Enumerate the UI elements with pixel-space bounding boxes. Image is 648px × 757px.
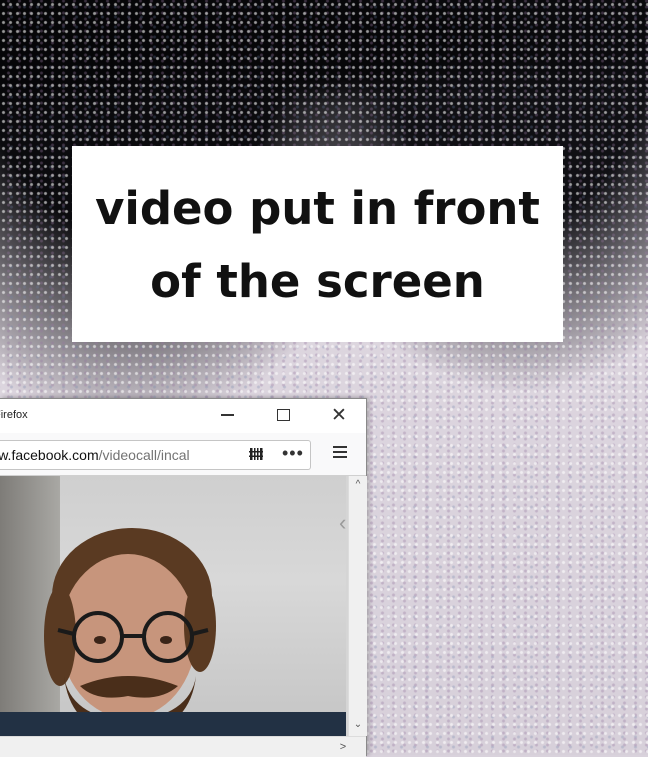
webcam-video (0, 476, 346, 736)
window-title: Firefox (0, 409, 28, 421)
vertical-scrollbar[interactable]: ^ ⌄ (348, 476, 367, 736)
minimize-button[interactable] (212, 403, 242, 427)
hamburger-icon[interactable] (333, 446, 347, 458)
url-path: /videocall/incal (98, 447, 190, 463)
video-call-content: ‹ (0, 476, 348, 736)
title-bar[interactable]: Firefox ✕ (0, 399, 366, 433)
url-text[interactable]: www.facebook.com/videocall/incal (0, 447, 236, 463)
close-button[interactable]: ✕ (324, 403, 354, 427)
url-domain: www.facebook.com (0, 447, 99, 463)
maximize-button[interactable] (268, 403, 298, 427)
firefox-window[interactable]: Firefox ✕ www.facebook.com/videocall/inc… (0, 398, 367, 757)
side-panel-handle[interactable]: ‹ (339, 510, 348, 536)
scroll-down-icon[interactable]: ⌄ (351, 718, 365, 732)
scroll-up-icon[interactable]: ^ (351, 478, 365, 492)
minimize-icon (220, 414, 234, 416)
url-bar[interactable]: www.facebook.com/videocall/incal ••• (0, 440, 311, 470)
close-icon: ✕ (331, 404, 347, 426)
reader-mode-icon[interactable] (249, 447, 263, 461)
scroll-right-icon[interactable]: > (336, 740, 350, 754)
more-icon[interactable]: ••• (282, 443, 304, 464)
horizontal-scrollbar[interactable]: > (0, 736, 366, 757)
person-in-video (44, 528, 216, 736)
maximize-icon (276, 409, 290, 421)
caption-text: video put in front of the screen (95, 181, 540, 308)
caption-box: video put in front of the screen (72, 146, 563, 342)
navigation-toolbar: www.facebook.com/videocall/incal ••• (0, 433, 366, 476)
sofa-back (0, 712, 346, 736)
